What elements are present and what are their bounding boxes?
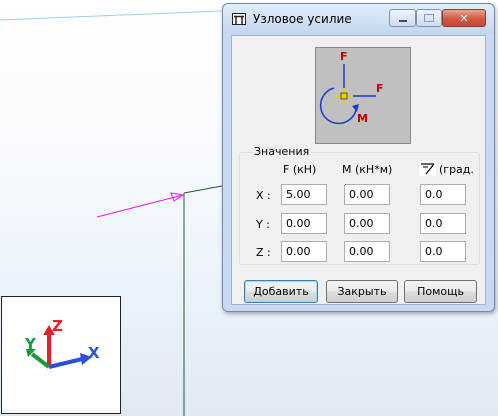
dialog-client-area: F F M Значения F (кН) М (кН*м) (град. X … <box>231 35 486 305</box>
close-window-button[interactable]: ✕ <box>442 9 486 27</box>
add-button[interactable]: Добавить <box>244 280 318 303</box>
axis-triad: Z X Y <box>24 317 100 369</box>
nodal-load-dialog: Узловое усилие ✕ F F M Значения F (кН) М… <box>222 3 495 312</box>
preview-moment-label: M <box>357 112 368 125</box>
maximize-icon <box>424 14 434 22</box>
minimize-button[interactable] <box>389 9 416 27</box>
frame-icon <box>232 13 246 25</box>
angle-icon <box>419 161 436 176</box>
values-group-label: Значения <box>252 145 312 158</box>
moment-arc <box>319 87 357 125</box>
model-beam <box>183 185 223 194</box>
close-button[interactable]: Закрыть <box>326 280 398 303</box>
close-icon: ✕ <box>459 11 469 25</box>
axis-triad-panel: Z X Y <box>1 296 121 414</box>
force-column-header: F (кН) <box>283 163 317 176</box>
model-edge-left <box>0 10 223 21</box>
moment-y-field[interactable]: 0.00 <box>344 213 390 234</box>
preview-force-label-vertical: F <box>340 50 348 63</box>
z-axis-label: Z <box>52 317 63 335</box>
force-z-field[interactable]: 0.00 <box>281 241 327 262</box>
preview-force-label-horizontal: F <box>376 82 384 95</box>
angle-column-header: (град. <box>439 163 474 176</box>
row-label-x: X : <box>256 189 271 202</box>
load-preview-drawing: F F M <box>319 50 384 125</box>
force-y-field[interactable]: 0.00 <box>281 213 327 234</box>
title-bar[interactable]: Узловое усилие ✕ <box>223 4 494 34</box>
minimize-icon <box>398 19 407 22</box>
y-axis-label: Y <box>24 335 37 353</box>
x-axis-label: X <box>88 344 100 362</box>
angle-z-field[interactable]: 0.0 <box>420 241 466 262</box>
x-axis-line <box>48 357 83 369</box>
angle-x-field[interactable]: 0.0 <box>420 184 466 205</box>
node-marker <box>340 92 348 100</box>
force-x-field[interactable]: 5.00 <box>281 184 327 205</box>
moment-z-field[interactable]: 0.00 <box>344 241 390 262</box>
load-preview: F F M <box>315 47 411 144</box>
row-label-z: Z : <box>256 246 271 259</box>
angle-y-field[interactable]: 0.0 <box>420 213 466 234</box>
dialog-title: Узловое усилие <box>253 12 352 26</box>
load-arrow <box>96 194 184 218</box>
help-button[interactable]: Помощь <box>404 280 477 303</box>
row-label-y: Y : <box>256 218 270 231</box>
maximize-button[interactable] <box>416 9 442 27</box>
y-axis-line <box>30 352 51 369</box>
moment-x-field[interactable]: 0.00 <box>344 184 390 205</box>
moment-column-header: М (кН*м) <box>342 163 393 176</box>
